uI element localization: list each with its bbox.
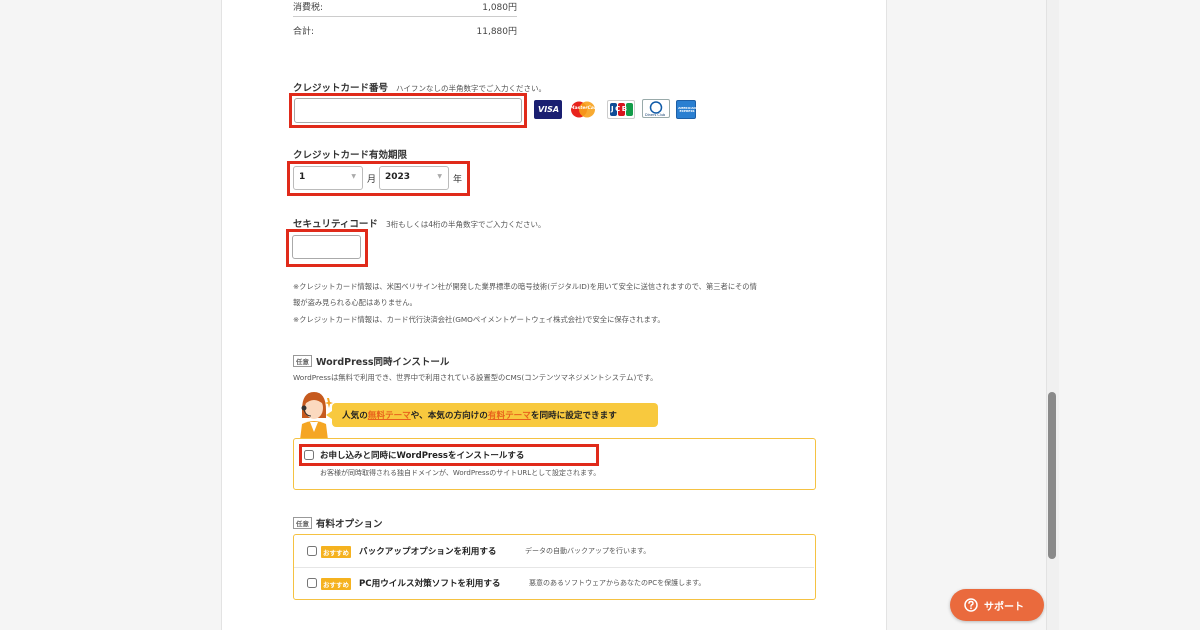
amex-logo-text: AMERICAN EXPRESS — [678, 106, 696, 114]
expiry-month-select[interactable]: 1 ▼ — [293, 166, 363, 190]
support-button[interactable]: サポート — [950, 589, 1044, 621]
antivirus-option-checkbox[interactable] — [307, 578, 317, 588]
banner-text-part3: を同時に設定できます — [530, 411, 617, 421]
backup-option-checkbox[interactable] — [307, 546, 317, 556]
expiry-year-select[interactable]: 2023 ▼ — [379, 166, 449, 190]
paid-options-heading: 任意 有料オプション — [293, 516, 383, 530]
banner-text-part1: 人気の — [342, 411, 368, 421]
mastercard-logo-text: MasterCard — [570, 106, 600, 111]
banner-highlight-free-theme: 無料テーマ — [367, 411, 411, 421]
antivirus-option-description: 悪意のあるソフトウェアからあなたのPCを保護します。 — [529, 579, 706, 587]
backup-option-label[interactable]: バックアップオプションを利用する — [359, 545, 497, 557]
security-note-line-3: ※クレジットカード情報は、カード代行決済会社(GMOペイメントゲートウェイ株式会… — [293, 315, 665, 324]
diners-logo-text: Diners Club — [645, 113, 666, 117]
tax-label: 消費税: — [293, 3, 324, 13]
support-button-label: サポート — [984, 602, 1024, 613]
visa-logo: VISA — [534, 100, 562, 119]
banner-text-part2: や、本気の方向けの — [410, 411, 488, 421]
expiry-label: クレジットカード有効期限 — [293, 150, 408, 161]
jcb-logo: JCB — [607, 100, 635, 119]
amex-logo: AMERICAN EXPRESS — [676, 100, 696, 119]
expiry-year-value: 2023 — [385, 172, 411, 182]
paid-options-title: 有料オプション — [316, 519, 383, 530]
total-label: 合計: — [293, 27, 315, 37]
banner-text: 人気の無料テーマや、本気の方向けの有料テーマを同時に設定できます — [342, 409, 617, 421]
banner-highlight-paid-theme: 有料テーマ — [487, 411, 531, 421]
option-row-antivirus[interactable]: おすすめ PC用ウイルス対策ソフトを利用する 悪意のあるソフトウェアからあなたの… — [293, 566, 816, 600]
security-note-line-1: ※クレジットカード情報は、米国ベリサイン社が開発した業界標準の暗号技術(デジタル… — [293, 282, 757, 291]
year-unit: 年 — [453, 175, 463, 185]
total-value: 11,880円 — [476, 27, 518, 37]
wordpress-title: WordPress同時インストール — [316, 357, 450, 368]
card-number-input[interactable] — [294, 98, 522, 123]
wordpress-description: WordPressは無料で利用でき、世界中で利用されている設置型のCMS(コンテ… — [293, 373, 658, 382]
visa-logo-text: VISA — [538, 105, 560, 114]
wordpress-theme-banner: 人気の無料テーマや、本気の方向けの有料テーマを同時に設定できます — [326, 403, 658, 427]
tax-row: 消費税: 1,080円 — [293, 0, 517, 16]
scrollbar-thumb[interactable] — [1048, 392, 1056, 559]
month-unit: 月 — [367, 175, 377, 185]
wordpress-install-label[interactable]: お申し込みと同時にWordPressをインストールする — [320, 449, 524, 461]
card-number-heading: クレジットカード番号 ハイフンなしの半角数字でご入力ください。 — [293, 80, 546, 94]
security-code-heading: セキュリティコード 3桁もしくは4桁の半角数字でご入力ください。 — [293, 216, 545, 230]
tax-value: 1,080円 — [482, 3, 517, 13]
security-note-line-2: 報が盗み見られる心配はありません。 — [293, 298, 417, 307]
expiry-month-value: 1 — [299, 172, 306, 182]
checkout-panel: 消費税: 1,080円 合計: 11,880円 クレジットカード番号 ハイフンなし… — [221, 0, 887, 630]
wordpress-install-subnote: お客様が同時取得される独自ドメインが、WordPressのサイトURLとして設定… — [320, 469, 601, 477]
security-code-hint: 3桁もしくは4桁の半角数字でご入力ください。 — [385, 220, 546, 229]
jcb-logo-text: JCB — [611, 105, 629, 113]
optional-badge: 任意 — [293, 355, 312, 367]
wordpress-install-checkbox[interactable] — [304, 450, 314, 460]
chevron-down-icon: ▼ — [351, 173, 356, 180]
wordpress-heading: 任意 WordPress同時インストール — [293, 354, 449, 368]
chevron-down-icon: ▼ — [437, 173, 442, 180]
recommended-badge: おすすめ — [321, 578, 351, 590]
backup-option-description: データの自動バックアップを行います。 — [525, 547, 651, 555]
total-row: 合計: 11,880円 — [293, 24, 517, 40]
security-code-input[interactable] — [292, 235, 361, 259]
antivirus-option-label[interactable]: PC用ウイルス対策ソフトを利用する — [359, 577, 501, 589]
mastercard-logo: MasterCard — [569, 100, 600, 119]
diners-club-logo: Diners Club — [642, 99, 670, 118]
summary-divider — [293, 16, 517, 17]
optional-badge: 任意 — [293, 517, 312, 529]
recommended-badge: おすすめ — [321, 546, 351, 558]
question-circle-icon — [964, 598, 978, 612]
card-number-hint: ハイフンなしの半角数字でご入力ください。 — [396, 84, 547, 93]
option-row-backup[interactable]: おすすめ バックアップオプションを利用する データの自動バックアップを行います。 — [293, 534, 816, 566]
